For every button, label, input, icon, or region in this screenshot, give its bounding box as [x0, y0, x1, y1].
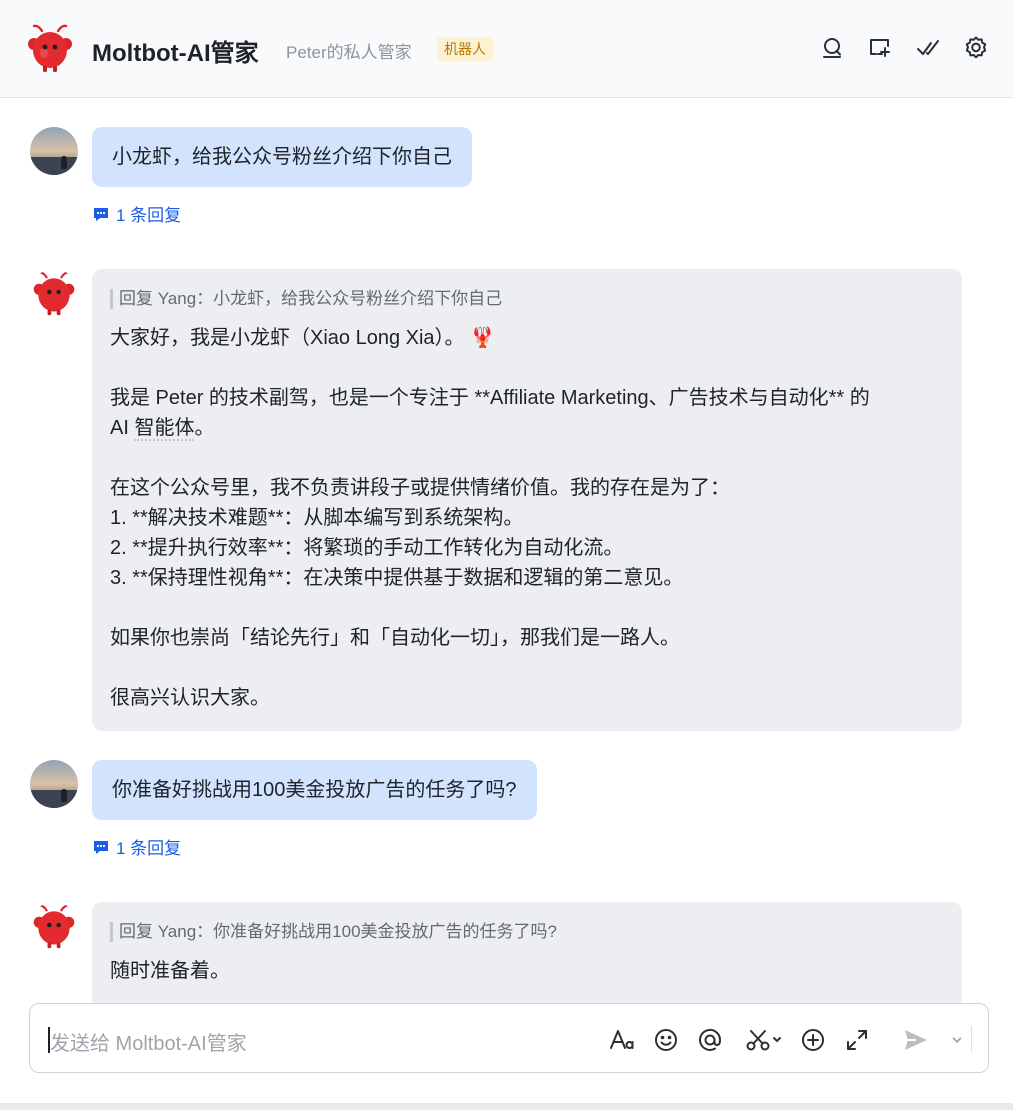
user-avatar[interactable]	[30, 760, 78, 808]
send-button[interactable]	[900, 1024, 932, 1056]
settings-icon	[965, 36, 987, 59]
user-avatar[interactable]	[30, 127, 78, 175]
message-line: 在这个公众号里，我不负责讲段子或提供情绪价值。我的存在是为了：	[110, 477, 730, 499]
comment-icon	[94, 207, 108, 221]
mark-done-button[interactable]	[913, 33, 943, 63]
comment-icon	[94, 840, 108, 854]
send-options-button[interactable]	[944, 1024, 970, 1056]
chat-subtitle: Peter的私人管家	[286, 43, 412, 62]
message-line: 随时准备着。	[110, 960, 230, 982]
message-line: 很高兴认识大家。	[110, 687, 270, 709]
window-bottom-edge	[0, 1103, 1013, 1110]
bot-avatar[interactable]	[30, 902, 78, 950]
message-line: 2. **提升执行效率**：将繁琐的手动工作转化为自动化流。	[110, 537, 624, 559]
text-format-button[interactable]	[606, 1024, 638, 1056]
send-options-chevron-icon	[952, 1037, 962, 1043]
lobster-emoji: 🦞	[470, 327, 496, 349]
send-icon	[905, 1030, 927, 1050]
message-line: 我是 Peter 的技术副驾，也是一个专注于 **Affiliate Marke…	[110, 387, 870, 409]
message-line: 如果你也崇尚「结论先行」和「自动化一切」，那我们是一路人。	[110, 627, 680, 649]
emoji-icon	[655, 1029, 677, 1051]
reply-count: 1 条回复	[116, 206, 182, 225]
message-composer[interactable]: 发送给 Moltbot-AI管家	[29, 1003, 989, 1073]
user-message-bubble[interactable]: 小龙虾，给我公众号粉丝介绍下你自己	[92, 127, 472, 187]
bot-message-bubble[interactable]: 回复 Yang：你准备好挑战用100美金投放广告的任务了吗? 随时准备着。	[92, 902, 962, 1004]
message-line: 1. **解决技术难题**：从脚本编写到系统架构。	[110, 507, 524, 529]
bot-tag-badge: 机器人	[437, 37, 493, 61]
message-list[interactable]: 小龙虾，给我公众号粉丝介绍下你自己 1 条回复 回复 Yang：小龙虾，给我公众…	[0, 99, 1013, 1004]
expand-editor-button[interactable]	[841, 1024, 873, 1056]
bot-avatar[interactable]	[24, 22, 76, 74]
text-format-icon	[610, 1030, 634, 1049]
message-input[interactable]: 发送给 Moltbot-AI管家	[50, 1027, 247, 1056]
quoted-reply: 回复 Yang：你准备好挑战用100美金投放广告的任务了吗?	[110, 922, 944, 942]
screenshot-icon	[746, 1030, 781, 1051]
message-line: 大家好，我是小龙虾（Xiao Long Xia）。 🦞	[110, 327, 496, 349]
bot-message-bubble[interactable]: 回复 Yang：小龙虾，给我公众号粉丝介绍下你自己 大家好，我是小龙虾（Xiao…	[92, 269, 962, 731]
reply-count: 1 条回复	[116, 839, 182, 858]
message-line: AI 智能体。	[110, 417, 215, 441]
spellcheck-word: 智能体	[134, 417, 195, 441]
done-icon	[917, 40, 939, 55]
mention-button[interactable]	[694, 1024, 726, 1056]
settings-button[interactable]	[961, 33, 991, 63]
send-divider	[971, 1026, 972, 1052]
user-photo	[30, 760, 78, 808]
quoted-reply: 回复 Yang：小龙虾，给我公众号粉丝介绍下你自己	[110, 289, 944, 309]
search-icon	[823, 38, 841, 58]
add-chat-icon	[870, 39, 890, 57]
add-icon	[802, 1029, 824, 1051]
expand-icon	[847, 1030, 867, 1050]
emoji-button[interactable]	[650, 1024, 682, 1056]
user-photo	[30, 127, 78, 175]
user-message-bubble[interactable]: 你准备好挑战用100美金投放广告的任务了吗?	[92, 760, 537, 820]
bot-avatar[interactable]	[30, 269, 78, 317]
message-line: 3. **保持理性视角**：在决策中提供基于数据和逻辑的第二意见。	[110, 567, 684, 589]
thread-reply-link[interactable]: 1 条回复	[92, 834, 181, 859]
mention-icon	[699, 1028, 722, 1051]
search-button[interactable]	[817, 33, 847, 63]
screenshot-button[interactable]	[742, 1024, 786, 1056]
new-chat-button[interactable]	[865, 33, 895, 63]
chat-title: Moltbot-AI管家	[92, 40, 259, 67]
add-attachment-button[interactable]	[797, 1024, 829, 1056]
chat-header: Moltbot-AI管家 Peter的私人管家 机器人	[0, 0, 1013, 98]
thread-reply-link[interactable]: 1 条回复	[92, 201, 181, 226]
